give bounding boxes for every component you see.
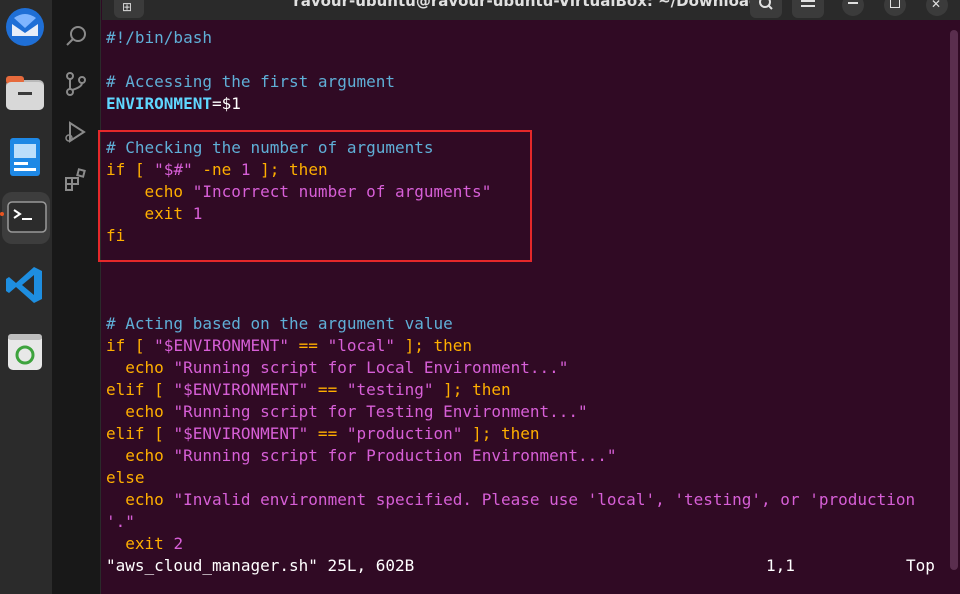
minimize-button[interactable] <box>842 0 864 16</box>
close-button[interactable]: ✕ <box>926 0 948 16</box>
string: "Invalid environment specified. Please u… <box>173 490 916 509</box>
keyword: then <box>500 424 540 443</box>
comment: # Acting based on the argument value <box>106 314 453 333</box>
code-line-22-wrap: '." <box>106 511 135 533</box>
string: "$ENVIRONMENT" <box>154 336 290 355</box>
maximize-button[interactable] <box>884 0 906 16</box>
keyword: then <box>433 336 473 355</box>
code-line-18: echo "Running script for Testing Environ… <box>106 401 588 423</box>
menu-button[interactable] <box>792 0 824 18</box>
source-control-icon[interactable] <box>64 72 88 96</box>
thunderbird-icon[interactable] <box>0 2 52 54</box>
code-text: ]; <box>395 336 434 355</box>
code-text: == <box>289 336 328 355</box>
close-icon: ✕ <box>931 0 942 11</box>
shebang: #!/bin/bash <box>106 28 212 47</box>
code-text: [ <box>144 380 174 399</box>
vscode-icon[interactable] <box>0 260 52 312</box>
string: "Running script for Local Environment...… <box>173 358 569 377</box>
number: 2 <box>173 534 184 553</box>
minimize-icon <box>848 2 858 4</box>
trash-icon[interactable] <box>0 326 52 378</box>
keyword: elif <box>106 380 145 399</box>
code-line-16: echo "Running script for Local Environme… <box>106 357 568 379</box>
status-file-info: "aws_cloud_manager.sh" 25L, 602B <box>106 556 415 575</box>
code-line-24: exit 2 <box>106 533 183 555</box>
keyword: exit <box>106 534 174 553</box>
run-debug-icon[interactable] <box>64 120 88 144</box>
keyword: if <box>106 336 126 355</box>
code-line-20: echo "Running script for Production Envi… <box>106 445 617 467</box>
string: "$ENVIRONMENT" <box>173 424 309 443</box>
keyword: else <box>106 468 145 487</box>
code-line-3: # Accessing the first argument <box>106 71 395 93</box>
comment: # Accessing the first argument <box>106 72 395 91</box>
code-text: == <box>308 380 347 399</box>
code-line-21: else <box>106 467 145 489</box>
code-line-1: #!/bin/bash <box>106 27 212 49</box>
code-line-19: elif [ "$ENVIRONMENT" == "production" ];… <box>106 423 539 445</box>
string: "local" <box>327 336 395 355</box>
active-app-indicator <box>0 212 4 216</box>
ubuntu-dock <box>0 0 52 594</box>
highlight-annotation-box <box>98 130 532 262</box>
code-text: [ <box>125 336 155 355</box>
code-text: [ <box>144 424 174 443</box>
code-line-14: # Acting based on the argument value <box>106 313 453 335</box>
string: "$ENVIRONMENT" <box>173 380 309 399</box>
code-text: ]; <box>462 424 501 443</box>
maximize-icon <box>890 0 900 8</box>
terminal-editor[interactable]: #!/bin/bash # Accessing the first argume… <box>102 20 948 594</box>
status-scroll-position: Top <box>906 556 935 575</box>
search-button[interactable] <box>750 0 782 18</box>
code-text: ]; <box>433 380 473 399</box>
activity-bar <box>52 0 101 594</box>
window-title: ravour-ubuntu@ravour-ubuntu-VirtualBox: … <box>293 0 769 10</box>
keyword: echo <box>106 490 174 509</box>
assignment: =$1 <box>211 94 241 113</box>
impress-icon[interactable] <box>0 132 52 184</box>
keyword: then <box>472 380 511 399</box>
scrollbar-thumb[interactable] <box>950 30 958 570</box>
code-text: == <box>308 424 347 443</box>
keyword: echo <box>106 358 174 377</box>
string: "testing" <box>346 380 434 399</box>
code-line-15: if [ "$ENVIRONMENT" == "local" ]; then <box>106 335 472 357</box>
keyword: echo <box>106 446 174 465</box>
keyword: elif <box>106 424 145 443</box>
code-line-4: ENVIRONMENT=$1 <box>106 93 241 115</box>
extensions-icon[interactable] <box>64 168 88 192</box>
search-icon <box>759 0 773 10</box>
string: "Running script for Testing Environment.… <box>173 402 588 421</box>
terminal-titlebar: ⊞ ravour-ubuntu@ravour-ubuntu-VirtualBox… <box>102 0 960 20</box>
keyword: echo <box>106 402 174 421</box>
string: "Running script for Production Environme… <box>173 446 617 465</box>
string: '." <box>106 512 135 531</box>
code-line-17: elif [ "$ENVIRONMENT" == "testing" ]; th… <box>106 379 511 401</box>
status-cursor-position: 1,1 <box>766 556 795 575</box>
hamburger-menu-icon <box>801 0 815 7</box>
code-line-22: echo "Invalid environment specified. Ple… <box>106 489 915 511</box>
variable-name: ENVIRONMENT <box>106 94 212 113</box>
files-icon[interactable] <box>0 68 52 120</box>
search-icon[interactable] <box>64 24 88 48</box>
terminal-app-icon[interactable] <box>2 192 50 244</box>
string: "production" <box>346 424 463 443</box>
